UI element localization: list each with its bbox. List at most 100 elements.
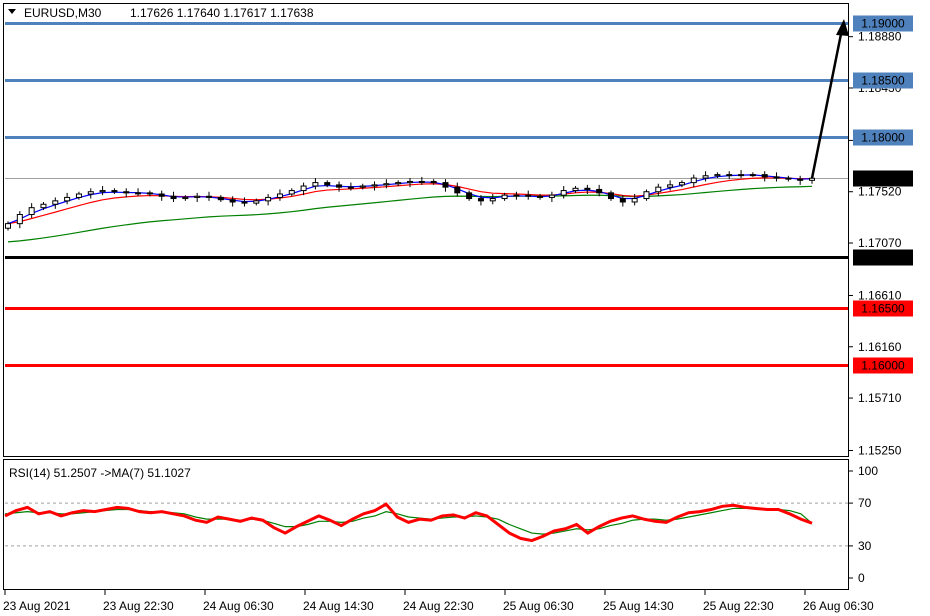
candle-body [28,207,35,216]
time-tick-label: 26 Aug 06:30 [803,599,874,613]
candle-body [253,200,260,204]
time-tick-label: 23 Aug 2021 [3,599,71,613]
price-tick-label: 1.17520 [858,185,902,199]
candle-body [667,184,674,188]
candle-body [146,192,153,195]
candle-body [182,196,189,200]
candle-body [608,192,614,200]
time-tick-label: 24 Aug 14:30 [303,599,374,613]
rsi-tick-label: 30 [858,539,872,553]
candle-body [572,187,579,192]
time-tick-label: 25 Aug 14:30 [603,599,674,613]
candle-body [395,182,402,185]
candle-body [477,198,484,202]
candle-body [430,180,437,184]
candle-body [714,174,721,177]
candle-body [678,182,685,186]
candle-body [809,177,815,181]
candle-body [324,182,331,186]
candle-body [206,195,212,198]
price-tick-label: 1.16160 [858,340,902,354]
candle-body [619,198,626,203]
candle-body [64,196,71,202]
level-badge-value: 1.16000 [861,359,905,373]
candle-body [359,185,366,188]
candle-body [797,178,804,181]
candle-body [347,186,354,189]
price-tick-label: 1.16610 [858,288,902,302]
candle-body [655,186,662,193]
candle-body [158,193,165,197]
candle-body [265,196,272,202]
candle-body [170,195,177,200]
candle-body [40,203,47,209]
rsi-tick-label: 100 [858,464,878,478]
candle-body [596,188,603,194]
candle-body [501,194,508,200]
candle-body [371,184,378,187]
candle-body [276,193,283,198]
candle-body [241,201,248,204]
rsi-tick-label: 0 [858,571,865,585]
level-badge-value: 1.16500 [861,302,905,316]
candle-body [690,177,697,184]
candle-body [726,174,733,177]
level-badge-value: 1.18500 [861,74,905,88]
rsi-tick-label: 70 [858,496,872,510]
candle-body [288,190,295,195]
candle-body [87,191,94,195]
candle-body [749,174,756,177]
candle-body [52,200,59,205]
candle-body [194,195,201,198]
candle-body [5,223,11,229]
time-tick-label: 24 Aug 22:30 [403,599,474,613]
candle-body [785,177,792,180]
candle-body [631,198,638,203]
price-tick-label: 1.15250 [858,444,902,458]
main-plot-frame [3,3,849,457]
candle-body [525,194,532,197]
candle-body [123,191,130,194]
time-tick-label: 25 Aug 22:30 [703,599,774,613]
price-tick-label: 1.17070 [858,236,902,250]
candle-body [466,192,473,200]
candle-body [336,184,343,188]
time-tick-label: 23 Aug 22:30 [103,599,174,613]
candle-body [702,175,709,179]
chart-canvas: 1.188801.184301.179701.175201.170701.166… [3,3,913,613]
level-badge-value: 1.16950 [861,251,905,265]
rsi-header: RSI(14) 51.2507 ->MA(7) 51.1027 [9,466,191,480]
candle-body [489,198,496,202]
symbol-label: EURUSD,M30 [24,6,102,20]
price-tick-label: 1.18880 [858,30,902,44]
candle-body [229,199,236,203]
candle-body [584,187,591,190]
candle-body [442,182,449,188]
candle-body [383,183,390,186]
candle-body [738,174,745,177]
candle-body [75,193,82,198]
time-tick-label: 25 Aug 06:30 [503,599,574,613]
candle-body [135,192,142,195]
candle-body [513,194,520,197]
time-tick-label: 24 Aug 06:30 [203,599,274,613]
ohlc-values: 1.17626 1.17640 1.17617 1.17638 [130,6,314,20]
price-tick-label: 1.15710 [858,391,902,405]
candle-body [643,191,650,200]
candle-body [418,180,425,183]
candle-body [761,174,768,178]
candle-body [16,214,23,225]
level-badge-value: 1.19000 [861,17,905,31]
candle-body [99,190,106,193]
time-axis: 23 Aug 2021 23 Aug 22:30 24 Aug 06:30 24 Au… [3,590,874,613]
candle-body [312,182,319,187]
candle-body [537,195,544,198]
candle-body [111,190,118,193]
candle-body [407,180,413,184]
candle-body [217,196,224,201]
current-price-value: 1.17638 [861,172,905,186]
candle-body [560,190,567,196]
candle-body [300,185,307,192]
candle-body [773,176,780,179]
candle-body [454,186,461,194]
